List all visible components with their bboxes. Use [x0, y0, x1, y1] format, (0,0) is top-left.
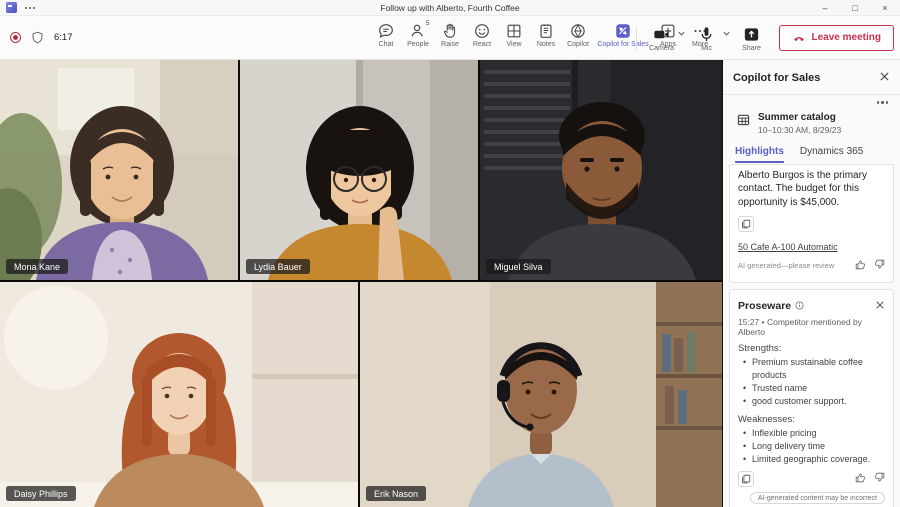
- hang-up-icon: [792, 31, 806, 45]
- copilot-for-sales-panel: Copilot for Sales Summer catalog 10–10:3…: [722, 60, 900, 507]
- info-icon[interactable]: [795, 297, 804, 315]
- proseware-card: Proseware 15:27 • Competitor mentioned b…: [729, 289, 894, 507]
- people-button[interactable]: 5 People: [402, 16, 434, 48]
- panel-more-icon[interactable]: [877, 101, 889, 104]
- participant-nametag: Erik Nason: [366, 486, 426, 501]
- mic-button[interactable]: Mic: [690, 24, 724, 52]
- proseware-meta: 15:27 • Competitor mentioned by Alberto: [738, 317, 885, 337]
- ai-disclaimer-badge: AI-generated content may be incorrect: [750, 492, 885, 504]
- video-feed-illustration: [360, 282, 722, 507]
- weaknesses-list: Inflexible pricing Long delivery time Li…: [738, 427, 885, 466]
- people-count-badge: 5: [426, 20, 430, 27]
- mic-options-chevron-icon[interactable]: [722, 29, 731, 47]
- thumbs-down-icon[interactable]: [874, 470, 885, 488]
- video-grid: Mona Kane L: [0, 60, 722, 507]
- thumbs-up-icon[interactable]: [855, 470, 866, 488]
- copilot-icon: [569, 21, 588, 40]
- chat-button[interactable]: Chat: [370, 16, 402, 48]
- camera-button[interactable]: Camera: [645, 24, 679, 52]
- react-smiley-icon: [473, 21, 492, 40]
- video-feed-illustration: [0, 60, 238, 280]
- ai-generated-note: AI generated—please review: [738, 261, 834, 270]
- panel-tabs: Highlights Dynamics 365: [723, 139, 900, 163]
- meeting-timer: 6:17: [54, 32, 73, 43]
- camera-label: Camera: [649, 45, 674, 52]
- tab-highlights[interactable]: Highlights: [735, 146, 784, 163]
- raise-hand-button[interactable]: Raise: [434, 16, 466, 48]
- meeting-info: Summer catalog 10–10:30 AM, 8/29/23: [723, 106, 900, 139]
- calendar-icon: [737, 113, 750, 131]
- meeting-time: 10–10:30 AM, 8/29/23: [758, 125, 841, 135]
- share-screen-icon: [742, 25, 761, 44]
- strengths-label: Strengths:: [738, 343, 885, 354]
- people-label: People: [407, 41, 429, 48]
- participant-nametag: Daisy Phillips: [6, 486, 76, 501]
- highlight-text: Alberto Burgos is the primary contact. T…: [738, 169, 885, 210]
- toolbar-divider: [636, 26, 637, 50]
- notes-button[interactable]: Notes: [530, 16, 562, 48]
- list-item: Inflexible pricing: [738, 427, 885, 440]
- thumbs-down-icon[interactable]: [874, 257, 885, 275]
- highlight-card: Alberto Burgos is the primary contact. T…: [729, 164, 894, 283]
- video-tile-lydia-bauer[interactable]: Lydia Bauer: [240, 60, 478, 280]
- video-feed-illustration: [0, 282, 358, 507]
- chat-icon: [377, 21, 396, 40]
- copy-button[interactable]: [738, 471, 754, 487]
- thumbs-up-icon[interactable]: [855, 257, 866, 275]
- opportunity-link[interactable]: 50 Cafe A-100 Automatic: [738, 242, 838, 252]
- copy-button[interactable]: [738, 216, 754, 232]
- notes-label: Notes: [537, 41, 555, 48]
- tab-dynamics-365[interactable]: Dynamics 365: [800, 146, 863, 163]
- copilot-label: Copilot: [567, 41, 589, 48]
- list-item: Limited geographic coverage.: [738, 453, 885, 466]
- share-label: Share: [742, 45, 761, 52]
- react-label: React: [473, 41, 491, 48]
- participant-nametag: Miguel Silva: [486, 259, 551, 274]
- video-feed-illustration: [480, 60, 722, 280]
- panel-title: Copilot for Sales: [733, 72, 820, 84]
- video-tile-erik-nason[interactable]: Erik Nason: [360, 282, 722, 507]
- proseware-close-icon[interactable]: [875, 297, 885, 315]
- mic-label: Mic: [701, 45, 712, 52]
- camera-options-chevron-icon[interactable]: [677, 29, 686, 47]
- window-title: Follow up with Alberto, Fourth Coffee: [0, 3, 900, 13]
- meeting-title: Summer catalog: [758, 112, 841, 123]
- view-grid-icon: [505, 21, 524, 40]
- strengths-list: Premium sustainable coffee products Trus…: [738, 356, 885, 408]
- participant-nametag: Lydia Bauer: [246, 259, 310, 274]
- video-feed-illustration: [240, 60, 478, 280]
- people-icon: 5: [409, 21, 428, 40]
- raise-hand-icon: [441, 21, 460, 40]
- react-button[interactable]: React: [466, 16, 498, 48]
- notes-icon: [537, 21, 556, 40]
- video-tile-miguel-silva[interactable]: Miguel Silva: [480, 60, 722, 280]
- recording-indicator-icon: [10, 32, 21, 43]
- participant-nametag: Mona Kane: [6, 259, 68, 274]
- leave-meeting-label: Leave meeting: [812, 32, 881, 43]
- share-button[interactable]: Share: [735, 24, 769, 52]
- chat-label: Chat: [379, 41, 394, 48]
- view-label: View: [506, 41, 521, 48]
- list-item: Premium sustainable coffee products: [738, 356, 885, 382]
- raise-label: Raise: [441, 41, 459, 48]
- list-item: Trusted name: [738, 382, 885, 395]
- shield-icon: [28, 28, 47, 47]
- list-item: good customer support.: [738, 395, 885, 408]
- weaknesses-label: Weaknesses:: [738, 414, 885, 425]
- list-item: Long delivery time: [738, 440, 885, 453]
- leave-meeting-button[interactable]: Leave meeting: [779, 25, 894, 51]
- panel-close-icon[interactable]: [879, 69, 890, 87]
- video-tile-mona-kane[interactable]: Mona Kane: [0, 60, 238, 280]
- meeting-toolbar: 6:17 Chat 5 People Raise React: [0, 16, 900, 60]
- camera-icon: [652, 25, 671, 44]
- video-tile-daisy-phillips[interactable]: Daisy Phillips: [0, 282, 358, 507]
- window-titlebar: Follow up with Alberto, Fourth Coffee – …: [0, 0, 900, 16]
- mic-icon: [697, 25, 716, 44]
- copilot-button[interactable]: Copilot: [562, 16, 594, 48]
- view-button[interactable]: View: [498, 16, 530, 48]
- proseware-title: Proseware: [738, 300, 791, 312]
